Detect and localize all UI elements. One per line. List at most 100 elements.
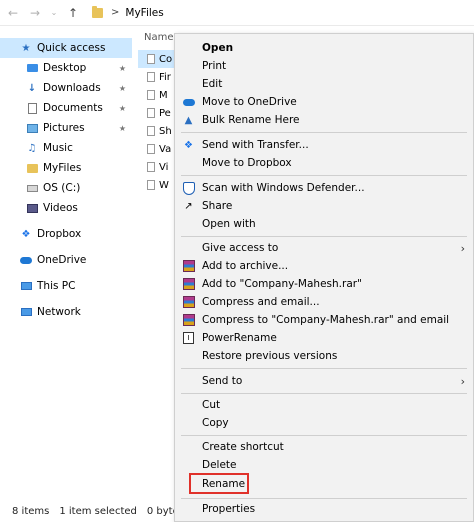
music-icon: ♫ <box>27 142 37 154</box>
sidebar-item-this-pc[interactable]: This PC <box>0 276 132 296</box>
pin-icon[interactable]: ★ <box>119 124 126 133</box>
file-row[interactable]: Co <box>138 50 178 68</box>
menu-item-properties[interactable]: Properties <box>175 500 474 518</box>
shield-icon <box>182 181 195 195</box>
file-row[interactable]: Vi <box>138 158 178 176</box>
file-name: Va <box>159 143 172 155</box>
network-icon <box>20 307 32 318</box>
dropbox-icon: ❖ <box>21 228 31 240</box>
sidebar-item-network[interactable]: Network <box>0 302 132 322</box>
sidebar-item-label: MyFiles <box>43 162 82 174</box>
file-row[interactable]: Pe <box>138 104 178 122</box>
file-name: W <box>159 179 169 191</box>
menu-item-move-to-dropbox[interactable]: Move to Dropbox <box>175 154 474 172</box>
menu-item-print[interactable]: Print <box>175 57 474 75</box>
menu-item-compress-rar-email[interactable]: Compress to "Company-Mahesh.rar" and ema… <box>175 311 474 329</box>
back-button[interactable]: ← <box>4 4 22 22</box>
menu-item-add-to-archive[interactable]: Add to archive... <box>175 257 474 275</box>
sidebar-item-label: Documents <box>43 102 103 114</box>
folder-icon <box>26 163 38 174</box>
menu-item-add-to-rar[interactable]: Add to "Company-Mahesh.rar" <box>175 275 474 293</box>
navigation-pane: ★ Quick access Desktop ★ ↓ Downloads ★ D… <box>0 38 132 322</box>
pin-icon[interactable]: ★ <box>119 104 126 113</box>
sidebar-item-onedrive[interactable]: OneDrive <box>0 250 132 270</box>
menu-item-send-with-transfer[interactable]: ❖ Send with Transfer... <box>175 136 474 154</box>
download-icon: ↓ <box>27 82 37 94</box>
sidebar-item-myfiles[interactable]: MyFiles <box>0 158 132 178</box>
menu-item-powerrename[interactable]: I PowerRename <box>175 329 474 347</box>
pin-icon[interactable]: ★ <box>119 84 126 93</box>
menu-item-open[interactable]: Open <box>175 39 474 57</box>
sidebar-item-os-c[interactable]: OS (C:) <box>0 178 132 198</box>
arrow-right-icon: → <box>29 5 41 20</box>
forward-button[interactable]: → <box>26 4 44 22</box>
sidebar-item-videos[interactable]: Videos <box>0 198 132 218</box>
file-row[interactable]: M <box>138 86 178 104</box>
file-name: Fir <box>159 71 171 83</box>
sidebar-item-dropbox[interactable]: ❖ Dropbox <box>0 224 132 244</box>
pin-icon[interactable]: ★ <box>119 64 126 73</box>
videos-icon <box>26 203 38 214</box>
sidebar-item-label: Downloads <box>43 82 101 94</box>
menu-separator <box>181 175 467 176</box>
sidebar-item-quick-access[interactable]: ★ Quick access <box>0 38 132 58</box>
sidebar-item-downloads[interactable]: ↓ Downloads ★ <box>0 78 132 98</box>
desktop-icon <box>26 63 38 74</box>
menu-separator <box>181 132 467 133</box>
documents-icon <box>26 102 38 114</box>
sidebar-item-label: Music <box>43 142 73 154</box>
recent-locations-button[interactable]: ⌄ <box>48 4 60 22</box>
chevron-right-icon: › <box>460 374 465 388</box>
document-icon <box>147 54 155 64</box>
sidebar-item-music[interactable]: ♫ Music <box>0 138 132 158</box>
column-header-name[interactable]: Name <box>138 30 178 50</box>
document-icon <box>147 162 155 172</box>
file-name: Vi <box>159 161 169 173</box>
context-menu: Open Print Edit Move to OneDrive ▲ Bulk R… <box>174 33 474 522</box>
star-icon: ★ <box>21 42 31 54</box>
file-name: Sh <box>159 125 172 137</box>
menu-item-compress-and-email[interactable]: Compress and email... <box>175 293 474 311</box>
menu-item-edit[interactable]: Edit <box>175 75 474 93</box>
up-button[interactable]: ↑ <box>64 4 82 22</box>
share-icon: ↗ <box>184 200 193 212</box>
menu-item-open-with[interactable]: Open with <box>175 215 474 233</box>
menu-item-move-to-onedrive[interactable]: Move to OneDrive <box>175 93 474 111</box>
menu-separator <box>181 393 467 394</box>
menu-item-share[interactable]: ↗ Share <box>175 197 474 215</box>
file-name: Pe <box>159 107 171 119</box>
menu-separator <box>181 236 467 237</box>
file-row[interactable]: W <box>138 176 178 194</box>
address-bar: ← → ⌄ ↑ > MyFiles <box>0 0 474 26</box>
pictures-icon <box>26 123 38 134</box>
folder-icon <box>92 5 103 18</box>
sidebar-item-pictures[interactable]: Pictures ★ <box>0 118 132 138</box>
winrar-icon <box>182 314 195 327</box>
menu-item-cut[interactable]: Cut <box>175 396 474 414</box>
menu-item-copy[interactable]: Copy <box>175 414 474 432</box>
breadcrumb-myfiles[interactable]: MyFiles <box>125 7 163 19</box>
menu-item-give-access[interactable]: Give access to › <box>175 239 474 257</box>
menu-separator <box>181 498 467 499</box>
menu-item-bulk-rename[interactable]: ▲ Bulk Rename Here <box>175 111 474 129</box>
sidebar-item-label: Videos <box>43 202 78 214</box>
file-row[interactable]: Sh <box>138 122 178 140</box>
menu-item-restore-previous-versions[interactable]: Restore previous versions <box>175 347 474 365</box>
sidebar-item-documents[interactable]: Documents ★ <box>0 98 132 118</box>
drive-icon <box>26 183 38 194</box>
breadcrumb-separator: > <box>111 7 120 18</box>
winrar-icon <box>182 278 195 291</box>
computer-icon <box>20 281 32 292</box>
menu-item-delete[interactable]: Delete <box>175 456 474 474</box>
document-icon <box>147 180 155 190</box>
sidebar-item-label: Network <box>37 306 81 318</box>
file-row[interactable]: Fir <box>138 68 178 86</box>
document-icon <box>147 144 155 154</box>
file-row[interactable]: Va <box>138 140 178 158</box>
file-name: Co <box>159 53 173 65</box>
menu-item-create-shortcut[interactable]: Create shortcut <box>175 438 474 456</box>
chevron-right-icon: › <box>460 241 465 255</box>
sidebar-item-desktop[interactable]: Desktop ★ <box>0 58 132 78</box>
menu-item-send-to[interactable]: Send to › <box>175 372 474 390</box>
menu-item-scan-defender[interactable]: Scan with Windows Defender... <box>175 179 474 197</box>
